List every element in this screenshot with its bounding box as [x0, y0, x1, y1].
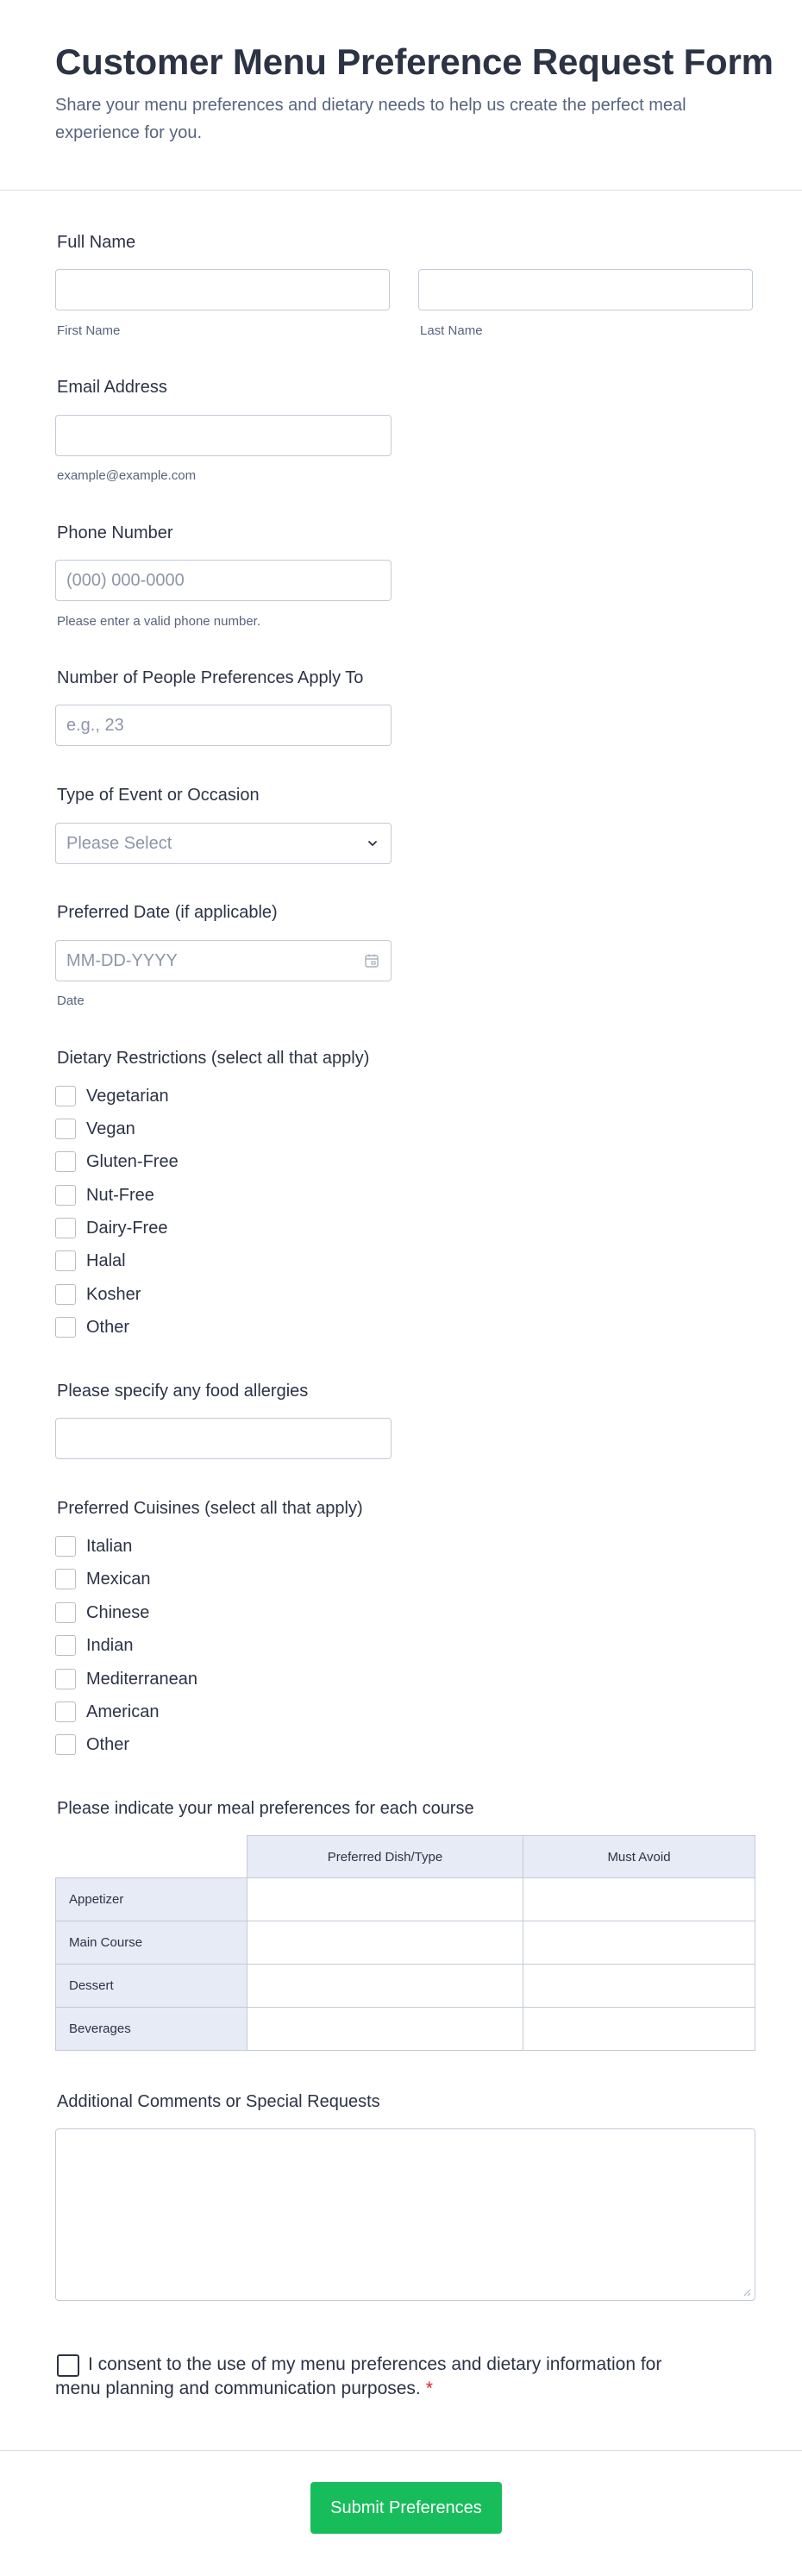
- phone-label: Phone Number: [57, 523, 173, 542]
- required-mark: *: [425, 2379, 433, 2398]
- matrix-column-header: Must Avoid: [523, 1835, 755, 1878]
- checkbox[interactable]: [55, 1250, 76, 1271]
- event-type-selected: Please Select: [66, 833, 172, 853]
- checkbox[interactable]: [55, 1734, 76, 1755]
- matrix-cell-input[interactable]: [247, 1921, 523, 1965]
- cuisines-label: Preferred Cuisines (select all that appl…: [57, 1499, 363, 1518]
- cuisine-option[interactable]: Indian: [55, 1634, 134, 1657]
- checkbox[interactable]: [55, 1635, 76, 1656]
- date-sublabel: Date: [57, 993, 85, 1008]
- matrix-row-label: Beverages: [55, 2007, 247, 2051]
- matrix-cell-input[interactable]: [523, 1877, 755, 1921]
- phone-input[interactable]: (000) 000-0000: [55, 560, 392, 601]
- cuisine-option[interactable]: American: [55, 1701, 159, 1723]
- matrix-row-label: Appetizer: [55, 1877, 247, 1921]
- resize-handle-icon[interactable]: [742, 2288, 751, 2297]
- people-count-input[interactable]: e.g., 23: [55, 705, 392, 746]
- checkbox[interactable]: [55, 1602, 76, 1623]
- date-placeholder: MM-DD-YYYY: [66, 950, 178, 970]
- matrix-cell-input[interactable]: [523, 1921, 755, 1965]
- matrix-cell-input[interactable]: [247, 1964, 523, 2008]
- cuisine-option[interactable]: Chinese: [55, 1601, 149, 1624]
- cuisine-option[interactable]: Other: [55, 1733, 129, 1756]
- dietary-option[interactable]: Vegetarian: [55, 1085, 169, 1107]
- consent-text: I consent to the use of my menu preferen…: [55, 2354, 662, 2398]
- last-name-input[interactable]: [418, 269, 753, 310]
- calendar-icon[interactable]: [363, 952, 380, 969]
- first-name-sublabel: First Name: [57, 323, 121, 338]
- submit-button[interactable]: Submit Preferences: [310, 2482, 502, 2534]
- consent-label: I consent to the use of my menu preferen…: [55, 2353, 693, 2401]
- email-label: Email Address: [57, 378, 167, 397]
- cuisine-option[interactable]: Mediterranean: [55, 1668, 197, 1690]
- checkbox[interactable]: [55, 1569, 76, 1589]
- dietary-label: Dietary Restrictions (select all that ap…: [57, 1049, 370, 1068]
- page-subtitle: Share your menu preferences and dietary …: [55, 96, 686, 142]
- dietary-option[interactable]: Nut-Free: [55, 1184, 154, 1207]
- allergies-input[interactable]: [55, 1418, 392, 1459]
- dietary-option[interactable]: Kosher: [55, 1283, 141, 1306]
- cuisine-option[interactable]: Mexican: [55, 1568, 150, 1590]
- course-preferences-matrix: Preferred Dish/Type Must Avoid Appetizer…: [55, 1835, 755, 2053]
- allergies-label: Please specify any food allergies: [57, 1382, 309, 1401]
- last-name-sublabel: Last Name: [420, 323, 483, 338]
- full-name-label: Full Name: [57, 233, 136, 252]
- event-type-label: Type of Event or Occasion: [57, 786, 260, 805]
- matrix-column-header: Preferred Dish/Type: [247, 1835, 523, 1878]
- cuisine-option[interactable]: Italian: [55, 1535, 132, 1558]
- checkbox[interactable]: [55, 1151, 76, 1172]
- checkbox[interactable]: [55, 1317, 76, 1338]
- dietary-option[interactable]: Halal: [55, 1250, 126, 1272]
- matrix-cell-input[interactable]: [247, 1877, 523, 1921]
- checkbox[interactable]: [55, 1185, 76, 1206]
- checkbox[interactable]: [55, 1702, 76, 1722]
- dietary-option[interactable]: Vegan: [55, 1118, 135, 1140]
- matrix-cell-input[interactable]: [247, 2007, 523, 2051]
- first-name-input[interactable]: [55, 269, 390, 310]
- checkbox[interactable]: [55, 1669, 76, 1689]
- email-input[interactable]: [55, 415, 392, 456]
- checkbox[interactable]: [55, 1284, 76, 1305]
- people-count-label: Number of People Preferences Apply To: [57, 668, 364, 687]
- date-input[interactable]: MM-DD-YYYY: [55, 940, 392, 981]
- dietary-option[interactable]: Other: [55, 1316, 129, 1338]
- matrix-row-label: Dessert: [55, 1964, 247, 2008]
- form-header: Customer Menu Preference Request Form Sh…: [0, 0, 802, 191]
- comments-label: Additional Comments or Special Requests: [57, 2092, 380, 2111]
- email-sublabel: example@example.com: [57, 468, 197, 483]
- chevron-down-icon: [368, 841, 377, 846]
- checkbox[interactable]: [55, 1119, 76, 1139]
- dietary-option[interactable]: Gluten-Free: [55, 1150, 179, 1173]
- matrix-row-label: Main Course: [55, 1921, 247, 1965]
- matrix-label: Please indicate your meal preferences fo…: [57, 1799, 474, 1818]
- event-type-select[interactable]: Please Select: [55, 823, 392, 864]
- page-title: Customer Menu Preference Request Form: [55, 41, 774, 82]
- checkbox[interactable]: [55, 1536, 76, 1557]
- date-label: Preferred Date (if applicable): [57, 903, 278, 922]
- checkbox[interactable]: [55, 1218, 76, 1238]
- matrix-cell-input[interactable]: [523, 1964, 755, 2008]
- dietary-option[interactable]: Dairy-Free: [55, 1217, 167, 1239]
- comments-textarea[interactable]: [55, 2128, 755, 2301]
- checkbox[interactable]: [55, 1086, 76, 1106]
- phone-sublabel: Please enter a valid phone number.: [57, 614, 260, 629]
- matrix-cell-input[interactable]: [523, 2007, 755, 2051]
